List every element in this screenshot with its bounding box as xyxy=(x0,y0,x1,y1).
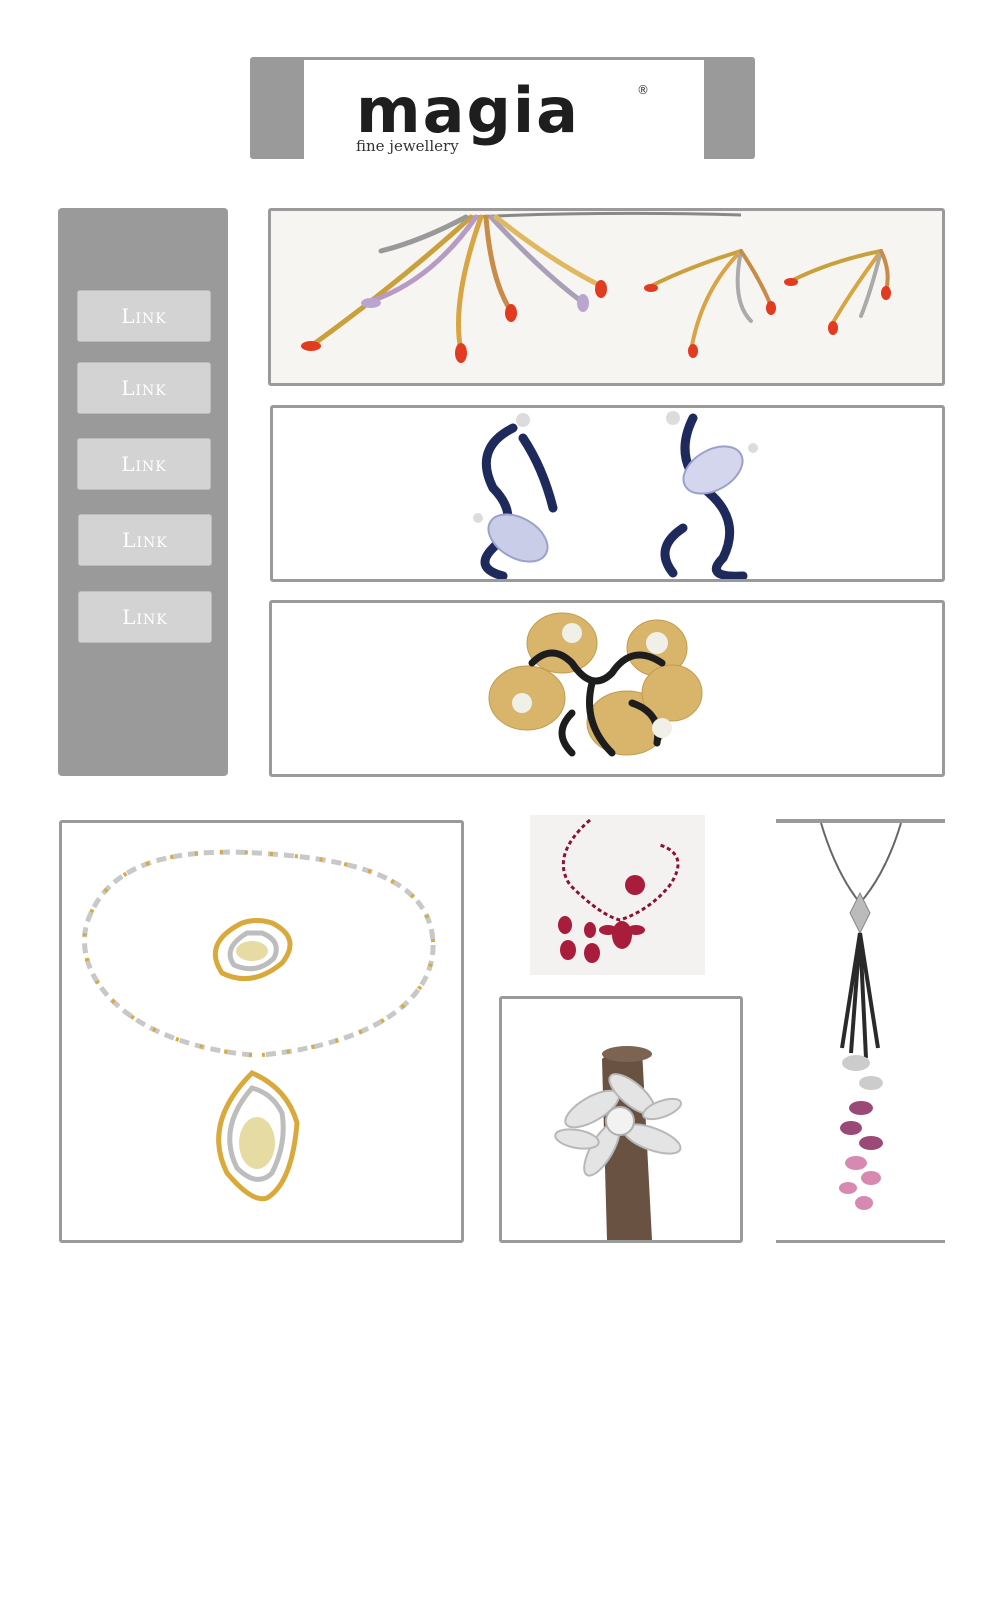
gallery-image-pendant[interactable] xyxy=(776,819,945,1243)
sidebar-link-4[interactable]: Link xyxy=(78,514,212,566)
diamond-flower-ring-image xyxy=(554,1046,682,1240)
pink-drop-pendant-image xyxy=(820,823,902,1210)
sidebar: Link Link Link Link Link xyxy=(58,208,228,776)
banner-image-2[interactable] xyxy=(270,405,945,582)
ruby-jewellery-set-image xyxy=(530,815,705,975)
svg-text:fine jewellery: fine jewellery xyxy=(356,137,459,155)
banner-image-1[interactable] xyxy=(268,208,945,386)
sidebar-link-2[interactable]: Link xyxy=(77,362,211,414)
sidebar-link-3[interactable]: Link xyxy=(77,438,211,490)
gallery-image-necklace[interactable] xyxy=(59,820,464,1243)
coral-feather-necklace-earrings-image xyxy=(301,211,891,363)
sapphire-moonstone-earrings-image xyxy=(473,411,758,579)
gallery-image-ruby-set[interactable] xyxy=(530,815,705,975)
gallery-image-ring[interactable] xyxy=(499,996,743,1243)
magia-logo-icon: magia fine jewellery ® xyxy=(356,74,649,155)
sidebar-link-1[interactable]: Link xyxy=(77,290,211,342)
svg-text:®: ® xyxy=(637,83,649,97)
gold-floral-pendant-image xyxy=(488,612,703,757)
banner-image-3[interactable] xyxy=(269,600,945,777)
logo[interactable]: magia fine jewellery ® xyxy=(304,60,704,159)
sidebar-link-5[interactable]: Link xyxy=(78,591,212,643)
gold-diamond-necklace-ring-image xyxy=(81,849,436,1202)
